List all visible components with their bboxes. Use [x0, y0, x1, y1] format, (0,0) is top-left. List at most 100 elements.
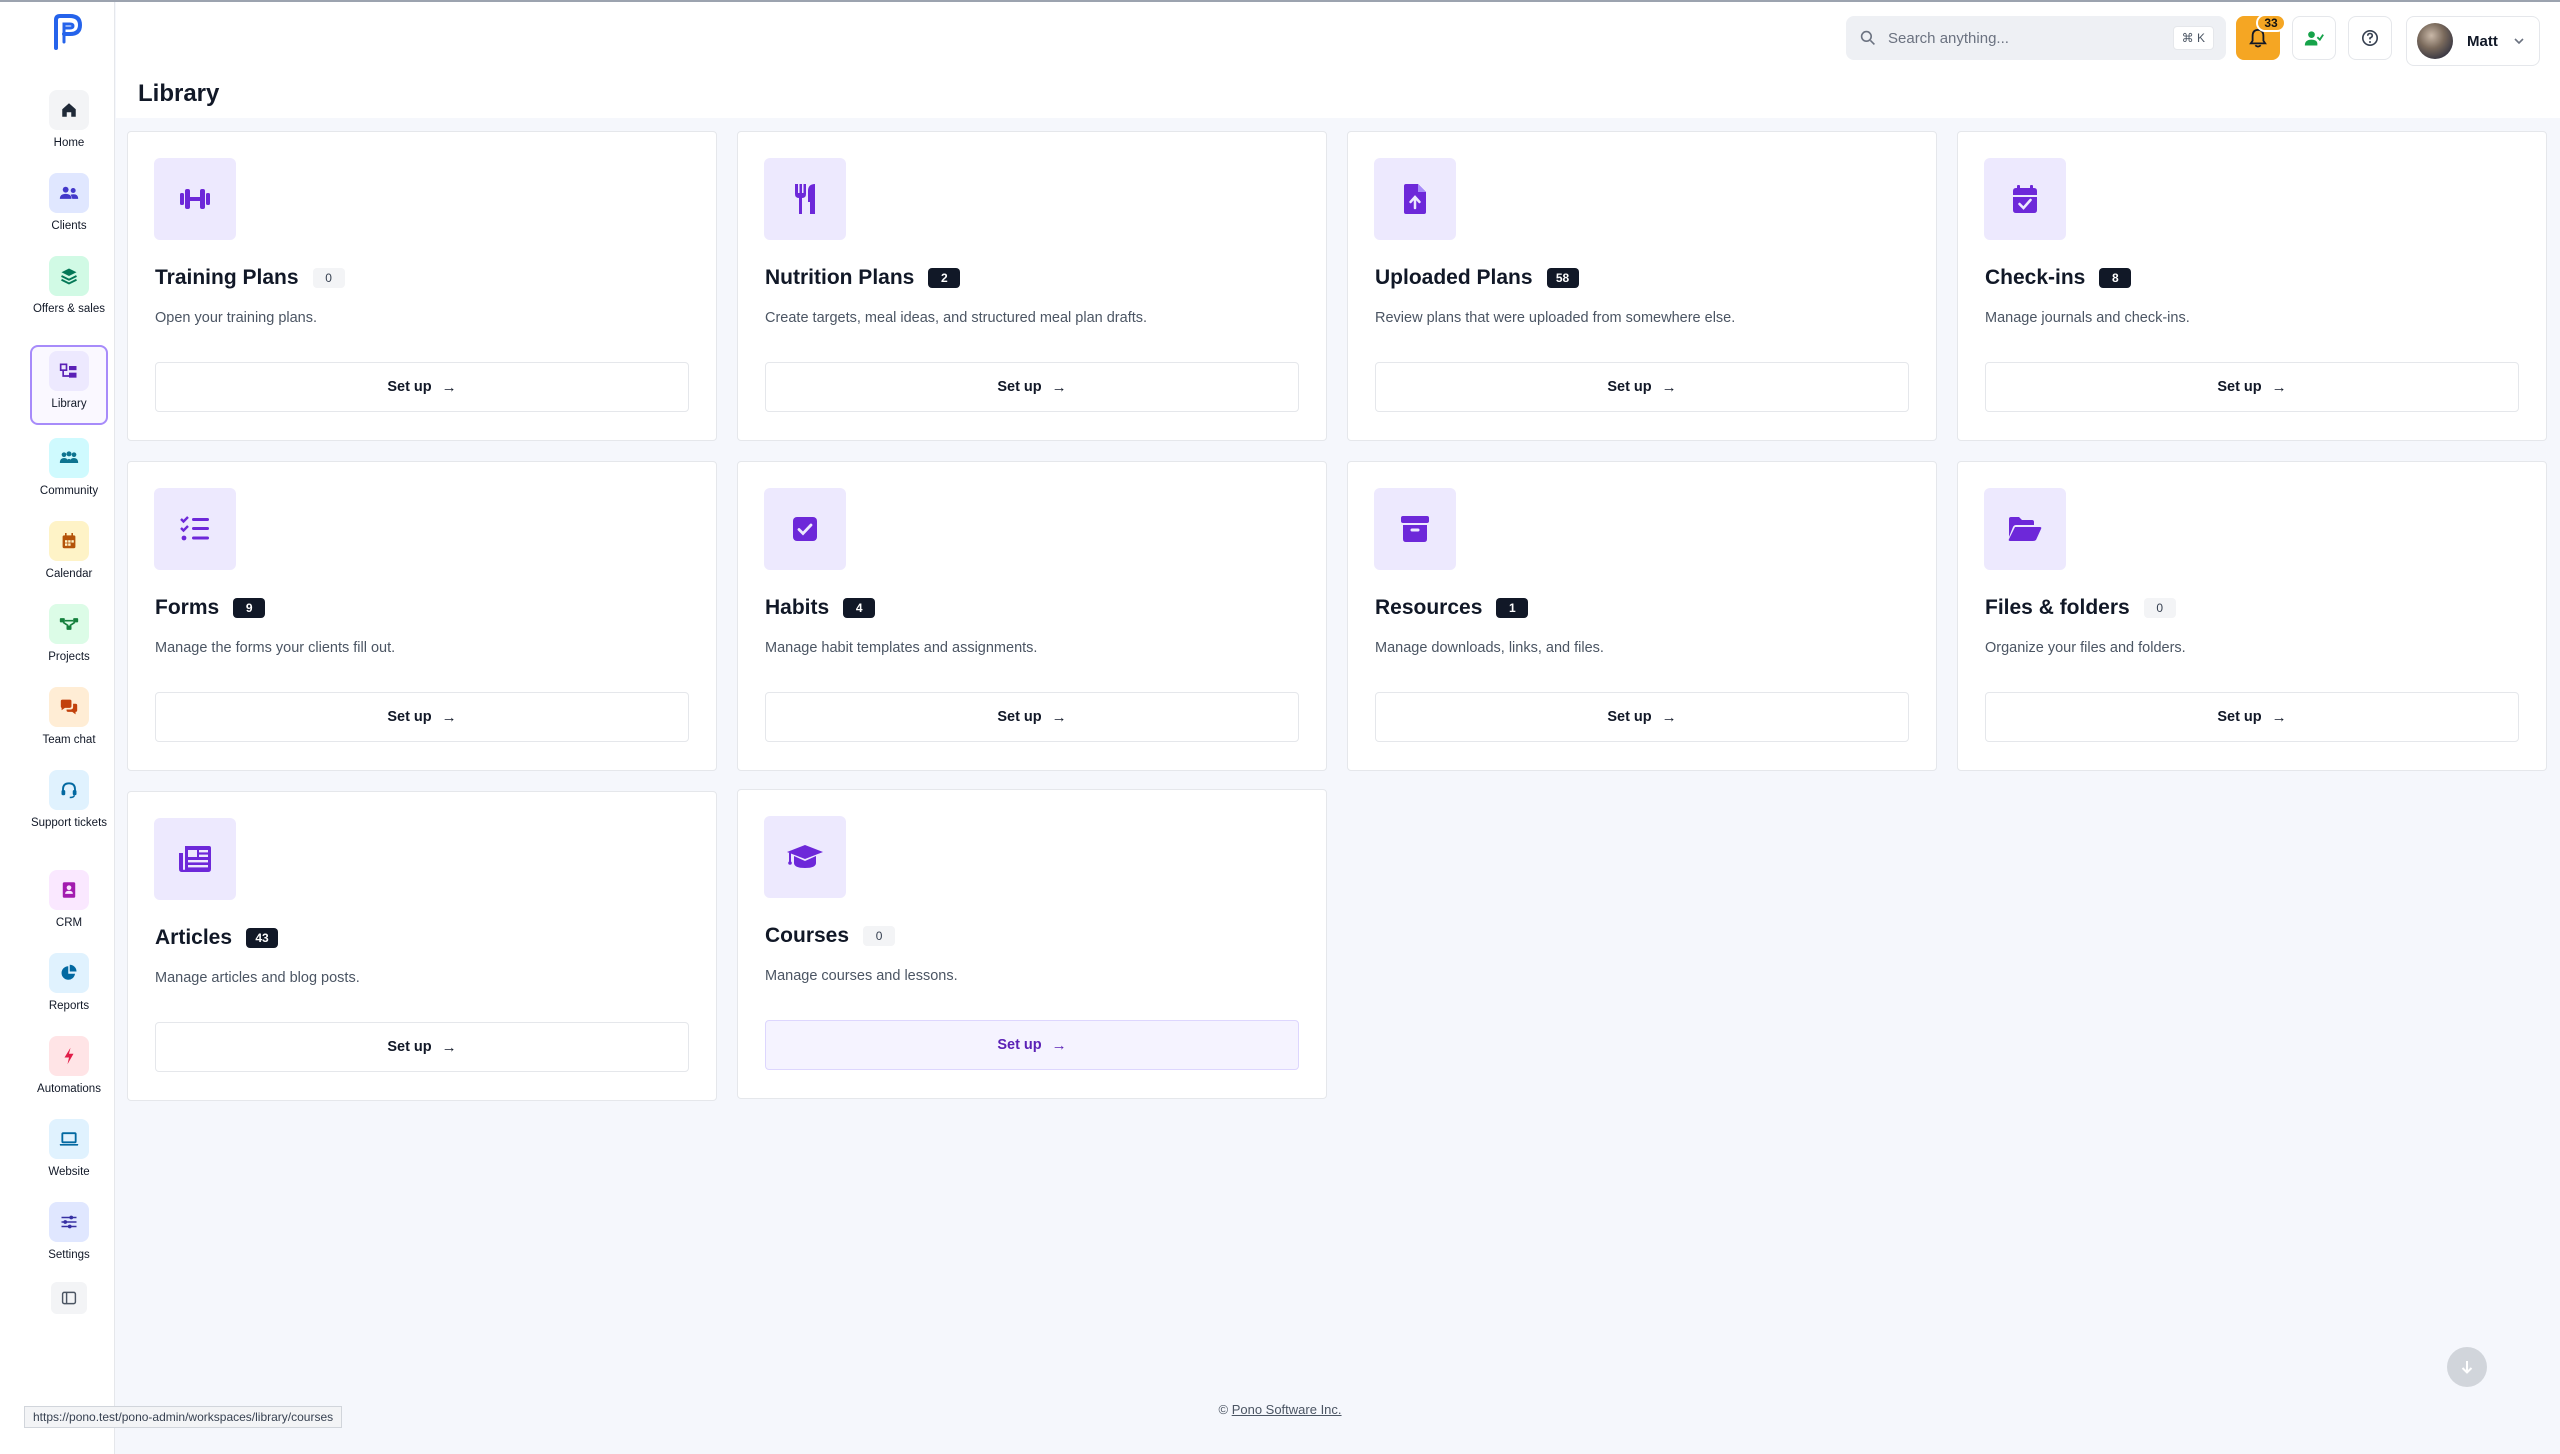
setup-button[interactable]: Set up → — [155, 362, 689, 412]
sidebar-icon-box — [49, 687, 89, 727]
arrow-right-icon: → — [441, 1038, 457, 1056]
sidebar-icon-box — [49, 870, 89, 910]
sidebar-item-community[interactable]: Community — [30, 434, 108, 512]
card-title-row: Nutrition Plans 2 — [765, 266, 961, 290]
scroll-down-button[interactable] — [2447, 1347, 2487, 1387]
layers-icon — [61, 268, 77, 285]
setup-button[interactable]: Set up → — [1375, 362, 1909, 412]
setup-button[interactable]: Set up → — [155, 1022, 689, 1072]
user-menu-button[interactable]: Matt — [2406, 16, 2540, 66]
sidebar-item-reports[interactable]: Reports — [30, 949, 108, 1027]
calendar-check-icon — [2013, 185, 2037, 213]
card-title: Courses — [765, 924, 850, 947]
card-count-badge: 4 — [843, 598, 876, 618]
users-icon — [59, 186, 79, 199]
card-title-row: Articles 43 — [155, 926, 279, 950]
sidebar-item-home[interactable]: Home — [30, 86, 108, 164]
status-url-tooltip: https://pono.test/pono-admin/workspaces/… — [24, 1406, 343, 1428]
setup-button[interactable]: Set up → — [765, 1020, 1299, 1070]
sidebar-toggle-icon — [61, 1291, 77, 1305]
card-title: Nutrition Plans — [765, 266, 915, 289]
card-title-row: Training Plans 0 — [155, 266, 345, 290]
card-title-row: Files & folders 0 — [1985, 596, 2176, 620]
setup-button[interactable]: Set up → — [1985, 692, 2519, 742]
add-contact-button[interactable] — [2292, 16, 2336, 60]
setup-button-label: Set up — [997, 709, 1042, 725]
library-card-uploaded-plans: Uploaded Plans 58 Review plans that were… — [1347, 131, 1937, 441]
search-icon — [1860, 30, 1875, 45]
arrow-down-icon — [2461, 1361, 2473, 1374]
card-title-row: Uploaded Plans 58 — [1375, 266, 1579, 290]
sidebar-icon-box — [49, 438, 89, 478]
library-card-articles: Articles 43 Manage articles and blog pos… — [127, 791, 717, 1101]
card-title: Resources — [1375, 596, 1483, 619]
sidebar-item-label: Clients — [51, 220, 87, 232]
sidebar-item-label: Team chat — [42, 734, 96, 746]
sidebar-item-calendar[interactable]: Calendar — [30, 517, 108, 595]
card-count-badge: 2 — [928, 268, 961, 288]
newspaper-icon — [179, 846, 211, 872]
card-description: Manage downloads, links, and files. — [1375, 640, 1604, 656]
card-icon-box — [1984, 488, 2066, 570]
sidebar-item-label: Automations — [37, 1083, 101, 1095]
list-check-icon — [180, 516, 209, 541]
library-icon — [59, 363, 77, 378]
sidebar-item-label: Website — [48, 1166, 90, 1178]
footer: © Pono Software Inc. — [0, 1402, 2560, 1417]
library-card-forms: Forms 9 Manage the forms your clients fi… — [127, 461, 717, 771]
search-shortcut-badge: ⌘ K — [2172, 26, 2214, 50]
graduation-cap-icon — [787, 845, 823, 868]
company-link[interactable]: Pono Software Inc. — [1232, 1402, 1342, 1417]
library-card-habits: Habits 4 Manage habit templates and assi… — [737, 461, 1327, 771]
setup-button[interactable]: Set up → — [1985, 362, 2519, 412]
arrow-right-icon: → — [441, 708, 457, 726]
pono-logo-icon[interactable] — [52, 12, 84, 50]
sidebar-item-label: Settings — [48, 1249, 90, 1261]
card-description: Manage journals and check-ins. — [1985, 310, 2190, 326]
card-icon-box — [1374, 488, 1456, 570]
card-description: Manage articles and blog posts. — [155, 970, 360, 986]
checkbox-icon — [793, 517, 817, 541]
library-card-courses: Courses 0 Manage courses and lessons. Se… — [737, 789, 1327, 1099]
setup-button-label: Set up — [997, 379, 1042, 395]
sidebar-item-support-tickets[interactable]: Support tickets — [30, 766, 108, 858]
home-icon — [62, 103, 76, 117]
arrow-right-icon: → — [1051, 378, 1067, 396]
sidebar-collapse-button[interactable] — [51, 1282, 87, 1314]
sidebar-item-projects[interactable]: Projects — [30, 600, 108, 678]
sidebar-item-crm[interactable]: CRM — [30, 866, 108, 944]
help-circle-icon — [2361, 29, 2379, 47]
sidebar-item-library[interactable]: Library — [30, 345, 108, 425]
sidebar-icon-box — [49, 1119, 89, 1159]
sidebar-item-automations[interactable]: Automations — [30, 1032, 108, 1110]
setup-button[interactable]: Set up → — [765, 692, 1299, 742]
page-title: Library — [138, 80, 220, 107]
setup-button[interactable]: Set up → — [765, 362, 1299, 412]
arrow-right-icon: → — [441, 378, 457, 396]
sidebar-item-website[interactable]: Website — [30, 1115, 108, 1193]
card-icon-box — [1984, 158, 2066, 240]
top-header: Search anything... ⌘ K 33 Matt — [116, 2, 2560, 118]
sidebar-item-team-chat[interactable]: Team chat — [30, 683, 108, 761]
archive-icon — [1401, 516, 1429, 542]
search-box[interactable]: Search anything... ⌘ K — [1846, 16, 2226, 60]
sidebar-icon-box — [49, 521, 89, 561]
arrow-right-icon: → — [1661, 708, 1677, 726]
file-upload-icon — [1404, 184, 1426, 214]
sidebar-item-label: Home — [53, 137, 85, 149]
card-description: Manage the forms your clients fill out. — [155, 640, 396, 656]
setup-button-label: Set up — [387, 709, 432, 725]
setup-button-label: Set up — [1607, 709, 1652, 725]
setup-button[interactable]: Set up → — [1375, 692, 1909, 742]
setup-button-label: Set up — [387, 379, 432, 395]
sidebar-item-clients[interactable]: Clients — [30, 169, 108, 247]
card-count-badge: 9 — [233, 598, 266, 618]
sidebar-item-settings[interactable]: Settings — [30, 1198, 108, 1276]
sidebar-icon-box — [49, 173, 89, 213]
sidebar-item-offers-sales[interactable]: Offers & sales — [30, 252, 108, 330]
search-input[interactable]: Search anything... — [1888, 30, 2009, 47]
crm-icon — [62, 882, 76, 898]
card-title-row: Check-ins 8 — [1985, 266, 2132, 290]
help-button[interactable] — [2348, 16, 2392, 60]
setup-button[interactable]: Set up → — [155, 692, 689, 742]
